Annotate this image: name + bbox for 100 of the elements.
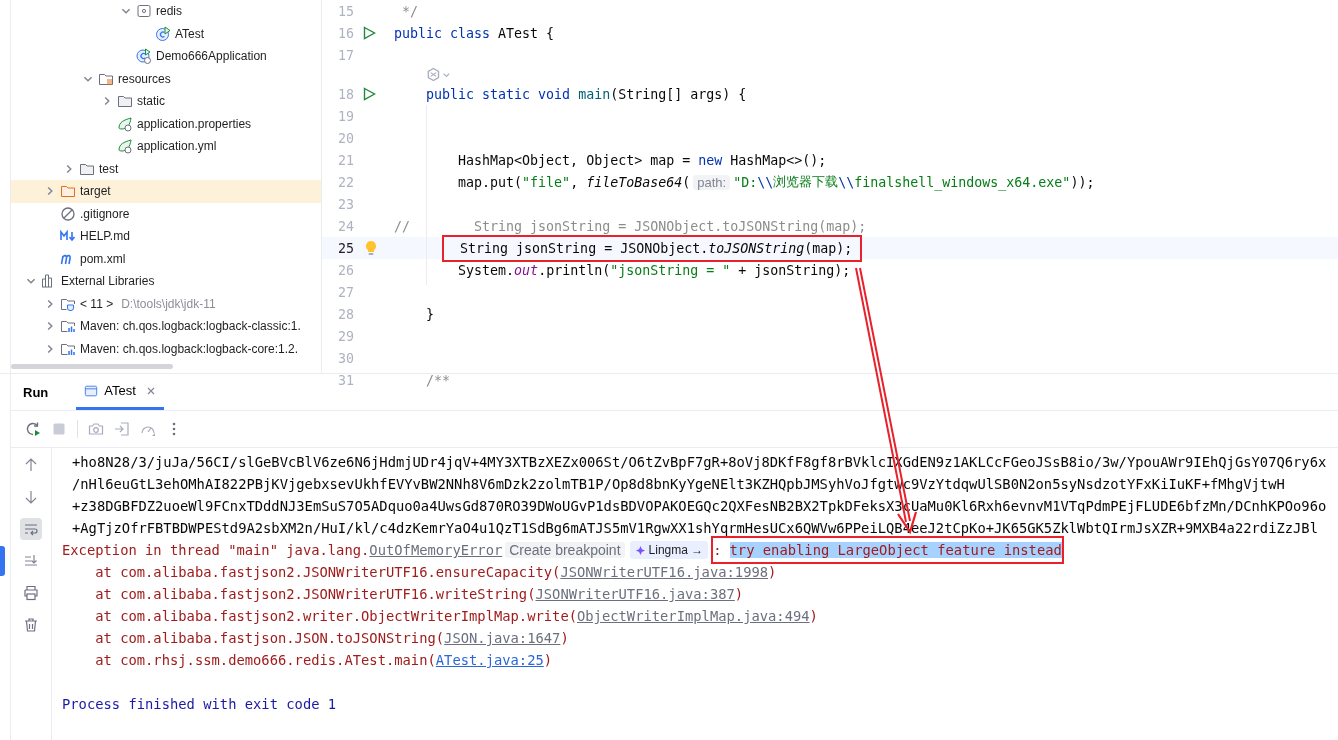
class-icon (155, 25, 171, 42)
run-icon[interactable] (362, 26, 376, 40)
code-text: .println( (538, 262, 611, 278)
line-number: 30 (337, 350, 354, 366)
run-tab[interactable]: ATest (76, 374, 164, 410)
create-breakpoint-link[interactable]: Create breakpoint (505, 542, 625, 558)
line-number: 27 (337, 284, 354, 300)
code-text: System. (457, 262, 515, 278)
console-text: at com.rhsj.ssm.demo666.redis.ATest.main( (94, 652, 436, 668)
line-number: 17 (337, 47, 354, 63)
code-text: } (425, 306, 435, 322)
console-text: at com.alibaba.fastjson2.JSONWriterUTF16.writeString( (94, 586, 536, 602)
tree-item[interactable]: .gitignore (11, 202, 321, 225)
tree-item[interactable]: application.yml (11, 135, 321, 158)
lightbulb-icon[interactable] (364, 240, 378, 256)
line-number: 29 (337, 328, 354, 344)
ignore-icon (60, 205, 76, 222)
rerun-icon[interactable] (25, 421, 41, 437)
console-text: ) (768, 564, 777, 580)
console-text: : (713, 542, 722, 558)
code-text: path: (693, 174, 731, 190)
code-text: fileToBase64 (586, 174, 683, 190)
line-number: 23 (337, 196, 354, 212)
code-text: // String jsonString = JSONObject.toJSONString(map); (394, 218, 867, 234)
console-text: ) (734, 586, 744, 602)
tree-item[interactable]: Demo666Application (11, 45, 321, 68)
tree-item[interactable]: External Libraries (11, 270, 321, 293)
line-number: 20 (337, 130, 354, 146)
library-folder-icon (60, 318, 76, 335)
code-text: "D: (733, 174, 758, 190)
code-text: out (514, 262, 539, 278)
scrollbar[interactable] (11, 364, 173, 369)
folder-icon (117, 93, 133, 110)
console-text: at com.alibaba.fastjson.JSON.toJSONString( (94, 630, 445, 646)
tree-item[interactable]: ATest (11, 22, 321, 45)
console-link[interactable]: JSONWriterUTF16.java:1998 (560, 564, 769, 580)
spring-leaf-icon (117, 115, 133, 132)
lingma-chip[interactable]: Lingma → (629, 541, 709, 559)
tree-item[interactable]: redis (11, 0, 321, 23)
panel-title: Run (23, 384, 49, 400)
tree-item[interactable]: static (11, 90, 321, 113)
line-number: 28 (337, 306, 354, 322)
code-text: \\ (757, 174, 774, 190)
console-text: Process finished with exit code 1 (62, 696, 337, 712)
line-number: 21 (337, 152, 354, 168)
class-icon (136, 48, 152, 65)
code-text: (map); (804, 240, 854, 256)
active-tool-indicator (0, 546, 5, 576)
tree-item[interactable]: < 11 > D:\tools\jdk\jdk-11 (11, 292, 321, 315)
selected-text: try enabling LargeObject feature instead (729, 542, 1062, 558)
console-link[interactable]: OutOfMemoryError (369, 542, 503, 558)
tree-item[interactable]: target (11, 180, 321, 203)
tree-item[interactable]: Maven: ch.qos.logback:logback-classic:1. (11, 315, 321, 338)
source-link[interactable]: ATest.java:25 (435, 652, 544, 668)
run-icon[interactable] (362, 87, 376, 101)
code-text: public static void (425, 86, 572, 102)
console-text: Exception in thread "main" java.lang. (62, 542, 370, 558)
console-link[interactable]: JSON.java:1647 (444, 630, 561, 646)
code-text: ATest { (498, 25, 555, 41)
code-text: (String[] args) { (610, 86, 747, 102)
close-icon[interactable] (145, 385, 156, 396)
code-text: \\ (838, 174, 855, 190)
tree-item[interactable]: HELP.md (11, 225, 321, 248)
code-text: "jsonString = " (610, 262, 731, 278)
ai-assistant-icon[interactable] (426, 67, 452, 82)
code-text: map.put( (457, 174, 523, 190)
code-text: )); (1070, 174, 1095, 190)
code-text: */ (401, 3, 419, 19)
code-text: /** (425, 372, 451, 388)
login-icon[interactable] (114, 421, 130, 437)
console-link[interactable]: ObjectWriterImplMap.java:494 (577, 608, 810, 624)
code-text: public class (394, 25, 492, 41)
code-text: ( (682, 174, 691, 190)
code-text: + jsonString); (737, 262, 851, 278)
console-text: ) (809, 608, 818, 624)
console-link[interactable]: JSONWriterUTF16.java:387 (535, 586, 735, 602)
console-text: ) (560, 630, 569, 646)
line-number: 15 (337, 3, 354, 19)
console-text: ) (543, 652, 553, 668)
line-number: 19 (337, 108, 354, 124)
folder-icon (60, 183, 76, 200)
code-text: 浏览器下载 (773, 173, 839, 191)
code-text: main (578, 86, 611, 102)
console-text: at com.alibaba.fastjson2.writer.ObjectWriterImplMap.write( (94, 608, 577, 624)
line-number: 25 (337, 240, 354, 256)
line-number: 22 (337, 174, 354, 190)
code-text: HashMap<>(); (729, 152, 827, 168)
tree-item[interactable]: application.properties (11, 112, 321, 135)
code-text: finalshell_windows_x64.exe" (854, 174, 1071, 190)
code-text: new (698, 152, 723, 168)
code-text: toJSONString (708, 240, 805, 256)
line-number: 16 (337, 25, 354, 41)
soft-wrap-icon[interactable] (20, 518, 42, 540)
tree-item[interactable]: resources (11, 67, 321, 90)
tree-item[interactable]: pom.xml (11, 247, 321, 270)
tree-item[interactable]: Maven: ch.qos.logback:logback-core:1.2. (11, 337, 321, 360)
tree-item[interactable]: test (11, 157, 321, 180)
camera-icon[interactable] (88, 421, 104, 437)
sparkle-icon (634, 544, 646, 556)
console-icon (84, 383, 99, 398)
